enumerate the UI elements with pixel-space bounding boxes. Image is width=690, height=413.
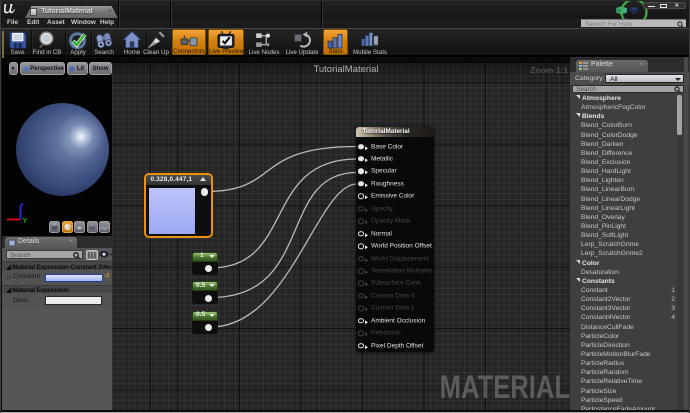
svg-text:Y: Y [23,218,28,224]
